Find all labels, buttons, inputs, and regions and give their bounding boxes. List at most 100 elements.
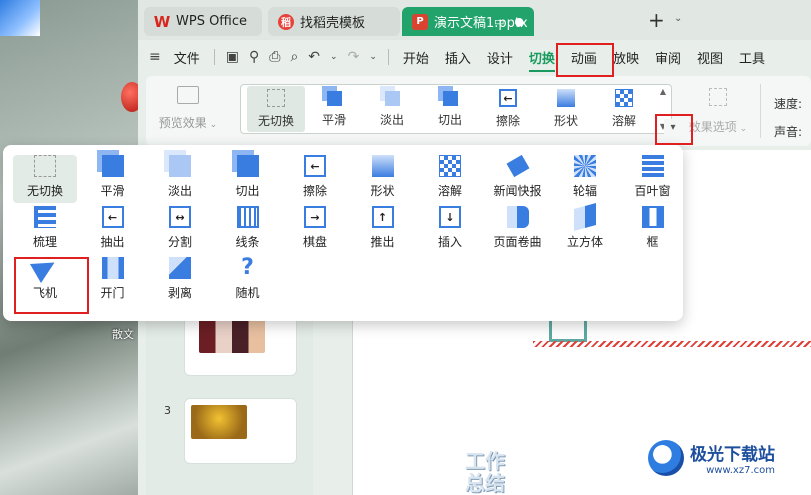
transition-item[interactable]: ↔ 分割 [148,206,212,254]
transition-item[interactable]: ↓ 插入 [418,206,482,254]
redo-icon[interactable]: ↷ [343,49,365,65]
desktop-app-icon[interactable] [0,0,40,36]
gallery-item-cut[interactable]: 切出 [421,86,479,132]
print-icon[interactable]: ⎙ [264,49,285,65]
menu-home[interactable]: 开始 [395,48,437,67]
transition-item[interactable]: 立方体 [553,203,617,254]
highlight-plane-item [14,257,89,314]
tab-wps-office[interactable]: W WPS Office [144,7,262,36]
transition-item[interactable]: ← 抽出 [81,206,145,254]
transition-item[interactable]: 溶解 [418,155,482,203]
tab-presentation[interactable]: P 演示文稿1.pptx ▭ ● [402,7,534,36]
speed-sound-group: 速度: 声音: [774,90,802,146]
transition-item[interactable]: 梳理 [13,206,77,254]
thumbnail-image [191,405,247,439]
transition-item[interactable]: → 棋盘 [283,206,347,254]
transition-label: 百叶窗 [634,184,671,198]
more-dropdown-icon[interactable]: ⌄ [364,52,382,62]
gallery-item-dissolve[interactable]: 溶解 [595,86,653,132]
menu-icon[interactable]: ≡ [144,49,166,65]
peel-icon [169,257,191,279]
tab-templates[interactable]: 稻 找稻壳模板 [268,7,400,36]
transition-item[interactable]: 形状 [351,155,415,203]
save-icon[interactable]: ▣ [221,49,244,65]
gallery-item-wipe[interactable]: ← 擦除 [479,86,537,132]
gallery-item-fade[interactable]: 淡出 [363,86,421,132]
news-icon [506,154,529,178]
shape-icon [557,89,575,107]
chevron-down-icon[interactable]: ⌄ [674,13,682,24]
transition-item[interactable]: ↑ 推出 [351,206,415,254]
menu-tools[interactable]: 工具 [731,48,773,67]
menu-view[interactable]: 视图 [689,48,731,67]
undo-icon[interactable]: ↶ [303,49,325,65]
transition-item[interactable]: 无切换 [13,155,77,203]
transition-item[interactable]: 页面卷曲 [486,206,550,254]
transition-item[interactable]: ? 随机 [216,257,280,305]
gallery-label: 形状 [553,114,578,128]
transition-item[interactable]: 百叶窗 [621,155,685,203]
transition-item[interactable]: 轮辐 [553,155,617,203]
slide-thumbnail-3[interactable] [184,398,297,464]
scroll-up-icon[interactable]: ▲ [660,87,666,96]
gallery-label: 无切换 [257,114,294,128]
transition-label: 溶解 [437,184,462,198]
screen-icon[interactable]: ▭ [494,15,504,28]
transition-item[interactable]: 线条 [216,206,280,254]
transition-label: 棋盘 [302,235,327,249]
menu-review[interactable]: 审阅 [647,48,689,67]
transition-item[interactable]: 开门 [81,257,145,305]
chevron-down-icon: ⌄ [736,124,748,134]
tab-label: WPS Office [176,14,248,29]
highlight-expand-button [655,114,693,145]
gallery-item-smooth[interactable]: 平滑 [305,86,363,132]
slide-number: 3 [164,404,171,417]
rand-icon: ? [241,255,254,280]
gallery-label: 溶解 [611,114,636,128]
tab-bar: W WPS Office 稻 找稻壳模板 P 演示文稿1.pptx ▭ ● + … [138,0,811,40]
wps-logo-icon: W [153,12,171,31]
transition-item[interactable]: 框 [621,206,685,254]
transition-label: 推出 [370,235,395,249]
dissolve-icon [615,89,633,107]
transition-label: 立方体 [566,235,603,249]
share-icon[interactable]: ⚲ [244,49,264,65]
docer-icon: 稻 [278,13,294,30]
gallery-item-shape[interactable]: 形状 [537,86,595,132]
door-icon [101,257,124,279]
no-transition-icon [267,89,285,107]
highlight-transitions-tab [556,43,614,77]
frame-split-icon: ↔ [169,206,191,228]
menu-insert[interactable]: 插入 [437,48,479,67]
art-text-line: 工作 [465,449,505,473]
page-icon [506,206,529,228]
undo-dropdown-icon[interactable]: ⌄ [325,52,343,62]
transition-item[interactable]: 新闻快报 [486,154,550,203]
new-tab-button[interactable]: + [648,8,665,32]
transition-item[interactable]: 平滑 [81,155,145,203]
sound-label: 声音: [774,125,803,139]
preview-effect-button[interactable]: 预览效果 ⌄ [154,86,222,131]
transition-label: 切出 [235,184,260,198]
wheel-icon [574,155,596,177]
frame-up-icon: ↑ [371,206,394,228]
transition-item[interactable]: 淡出 [148,155,212,203]
frame-left-icon: ← [101,206,124,228]
transition-item[interactable]: 切出 [216,155,280,203]
gallery-item-none[interactable]: 无切换 [247,86,305,132]
grad-icon [371,155,394,177]
print-preview-icon[interactable]: ⌕ [285,49,303,65]
gallery-label: 淡出 [379,112,404,127]
gallery-label: 擦除 [495,114,520,128]
menu-design[interactable]: 设计 [479,48,521,67]
transition-label: 随机 [235,286,260,300]
menu-file[interactable]: 文件 [166,48,208,67]
transition-label: 无切换 [26,184,63,198]
frame-right-icon: → [304,206,326,228]
canvas-art-text: 工作 总结 [465,450,505,494]
transition-item[interactable]: ← 擦除 [283,155,347,203]
chevron-down-icon: ⌄ [206,120,218,130]
transition-item[interactable]: 剥离 [148,257,212,305]
box2-icon [236,155,259,177]
tab-label: 找稻壳模板 [300,16,366,31]
